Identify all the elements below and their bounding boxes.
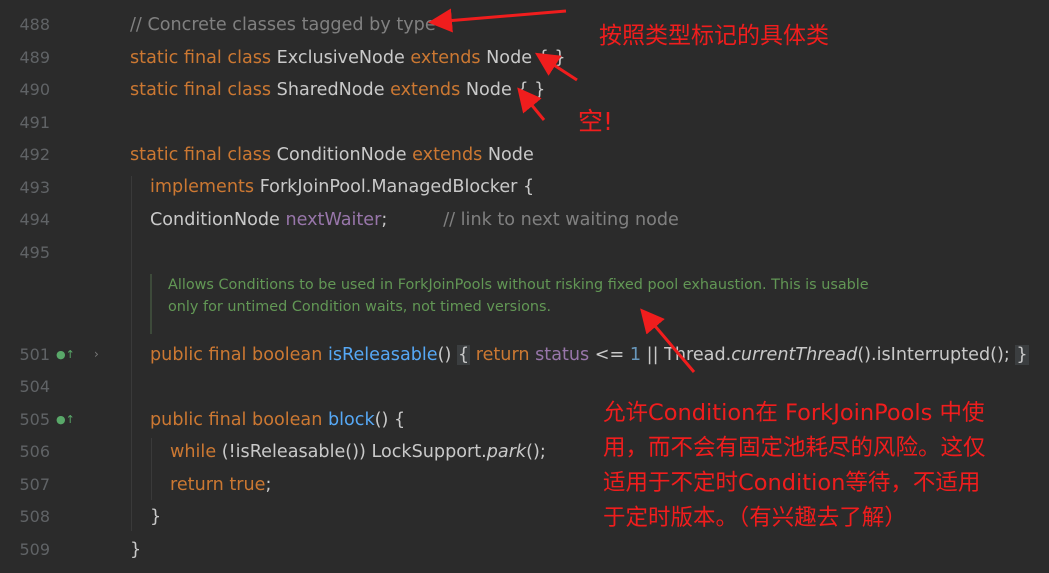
annotation-title: 按照类型标记的具体类	[599, 23, 829, 49]
annotation-arrow	[534, 52, 578, 82]
annotation-arrow	[517, 87, 546, 121]
annotation-explain-line: 允许Condition在 ForkJoinPools 中使	[603, 400, 985, 426]
annotation-explain-line: 于定时版本。（有兴趣去了解）	[603, 505, 907, 531]
annotation-explain-line: 用，而不会有固定池耗尽的风险。这仅	[603, 435, 986, 461]
annotation-explain-line: 适用于不定时Condition等待，不适用	[603, 470, 981, 496]
annotation-explain: 允许Condition在 ForkJoinPools 中使 用，而不会有固定池耗…	[603, 396, 986, 536]
annotation-arrow	[428, 8, 567, 33]
annotation-arrow	[640, 308, 696, 373]
annotation-empty: 空!	[578, 107, 614, 136]
